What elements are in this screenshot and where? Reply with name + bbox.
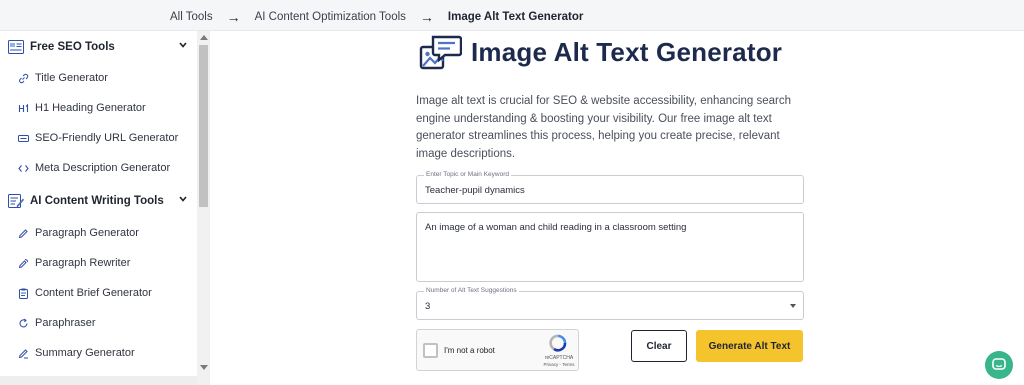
image-description-value: An image of a woman and child reading in… — [425, 222, 687, 233]
sidebar-item-title-generator[interactable]: Title Generator — [0, 63, 197, 93]
recaptcha-label: I'm not a robot — [444, 346, 495, 355]
dropdown-caret-icon — [790, 304, 796, 308]
sidebar-item-paragraph-rewriter[interactable]: Paragraph Rewriter — [0, 248, 197, 278]
recaptcha-terms-link[interactable]: Privacy - Terms — [539, 362, 579, 367]
scroll-up-arrow-icon[interactable] — [200, 35, 208, 40]
sidebar-group-ai-content-writing-tools[interactable]: AI Content Writing Tools — [0, 186, 197, 216]
sidebar-group-label: Free SEO Tools — [30, 41, 115, 53]
generate-alt-text-button[interactable]: Generate Alt Text — [696, 330, 803, 362]
sidebar-item-label: SEO-Friendly URL Generator — [35, 132, 179, 144]
sidebar-item-summary-generator[interactable]: Summary Generator — [0, 338, 197, 368]
sidebar-group-label: AI Content Writing Tools — [30, 195, 164, 207]
recaptcha-brand: reCAPTCHA — [544, 355, 574, 361]
sidebar-item-content-brief-generator[interactable]: Content Brief Generator — [0, 278, 197, 308]
arrow-right-icon: → — [226, 9, 241, 25]
sidebar-item-label: Paragraph Rewriter — [35, 257, 131, 269]
suggestion-count-select[interactable]: Number of Alt Text Suggestions 3 — [416, 287, 804, 320]
sidebar-item-label: Paraphraser — [35, 317, 96, 329]
sidebar-item-label: H1 Heading Generator — [35, 102, 146, 114]
chevron-down-icon[interactable] — [178, 194, 188, 204]
clipboard-icon — [19, 288, 28, 299]
seo-tools-icon — [8, 40, 24, 54]
sidebar-scrollbar[interactable] — [197, 31, 209, 385]
pencil-icon — [18, 228, 28, 238]
sidebar-item-meta-description-generator[interactable]: Meta Description Generator — [0, 153, 197, 183]
chat-button[interactable] — [985, 351, 1013, 379]
topic-input-value: Teacher-pupil dynamics — [425, 185, 525, 196]
page-title: Image Alt Text Generator — [471, 37, 783, 67]
sidebar-item-label: Meta Description Generator — [35, 162, 171, 174]
sidebar-group-free-seo-tools[interactable]: Free SEO Tools — [0, 32, 197, 62]
topic-input[interactable]: Enter Topic or Main Keyword Teacher-pupi… — [416, 171, 804, 204]
suggestion-count-value: 3 — [425, 301, 431, 312]
recaptcha-checkbox[interactable] — [423, 343, 438, 358]
topic-input-label: Enter Topic or Main Keyword — [424, 171, 511, 178]
refresh-icon — [19, 318, 28, 327]
scroll-down-arrow-icon[interactable] — [200, 365, 208, 370]
breadcrumb-all-tools[interactable]: All Tools — [170, 11, 213, 23]
sidebar-item-label: Content Brief Generator — [35, 287, 152, 299]
breadcrumb-ai-content-optimization[interactable]: AI Content Optimization Tools — [255, 11, 406, 23]
clear-button[interactable]: Clear — [631, 330, 687, 362]
sidebar-item-seo-url-generator[interactable]: SEO-Friendly URL Generator — [0, 123, 197, 153]
rewrite-icon — [18, 258, 29, 268]
sidebar: Free SEO Tools Title Generator H1 Headin… — [0, 31, 210, 385]
writing-tools-icon — [8, 194, 24, 208]
scrollbar-thumb[interactable] — [199, 45, 208, 207]
suggestion-count-label: Number of Alt Text Suggestions — [424, 287, 519, 294]
image-chat-icon — [419, 35, 462, 70]
horizontal-scrollbar[interactable] — [0, 376, 197, 385]
sidebar-item-paragraph-generator[interactable]: Paragraph Generator — [0, 218, 197, 248]
image-description-textarea[interactable]: An image of a woman and child reading in… — [416, 212, 804, 282]
recaptcha-widget: I'm not a robot reCAPTCHA Privacy - Term… — [416, 329, 579, 371]
sidebar-item-h1-heading-generator[interactable]: H1 Heading Generator — [0, 93, 197, 123]
breadcrumb: All Tools → AI Content Optimization Tool… — [0, 0, 1024, 31]
code-icon — [18, 164, 29, 172]
breadcrumb-current: Image Alt Text Generator — [447, 11, 584, 23]
chat-icon — [992, 358, 1006, 370]
intro-text: Image alt text is crucial for SEO & webs… — [416, 95, 791, 160]
sidebar-item-paraphraser[interactable]: Paraphraser — [0, 308, 197, 338]
chevron-down-icon[interactable] — [178, 40, 188, 50]
url-icon — [18, 134, 29, 142]
sidebar-item-label: Paragraph Generator — [35, 227, 139, 239]
arrow-right-icon: → — [419, 9, 434, 25]
link-icon — [19, 73, 29, 83]
heading-icon — [18, 103, 29, 112]
sidebar-item-label: Title Generator — [35, 72, 108, 84]
summary-icon — [18, 348, 28, 358]
sidebar-item-label: Summary Generator — [35, 347, 135, 359]
recaptcha-logo-icon — [549, 334, 567, 352]
